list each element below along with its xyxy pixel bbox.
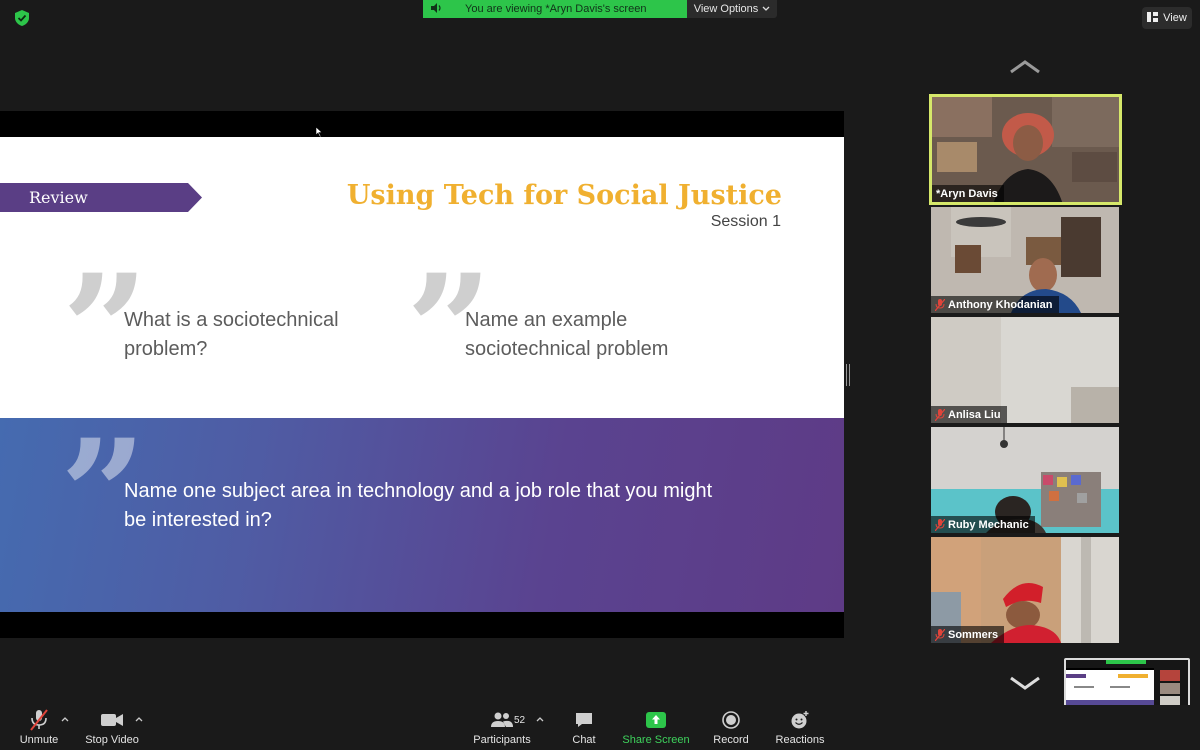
chevron-down-icon[interactable]	[1008, 674, 1042, 692]
participant-name: Anthony Khodanian	[931, 296, 1059, 313]
video-icon	[101, 709, 123, 731]
unmute-button[interactable]: Unmute	[18, 709, 60, 749]
speaker-icon	[431, 2, 443, 16]
mic-muted-icon	[935, 628, 945, 641]
slide-top-section: Review Using Tech for Social Justice Ses…	[0, 137, 844, 418]
chevron-up-icon[interactable]	[60, 715, 70, 723]
video-tile[interactable]: *Aryn Davis	[929, 94, 1122, 205]
mic-muted-icon	[935, 298, 945, 311]
review-tag: Review	[0, 183, 202, 212]
grid-view-icon	[1147, 11, 1159, 25]
chevron-up-icon[interactable]	[1008, 58, 1042, 76]
reactions-label: Reactions	[775, 734, 825, 746]
participant-name: Sommers	[931, 626, 1005, 643]
slide-bottom-section: ” Name one subject area in technology an…	[0, 418, 844, 612]
participant-name: *Aryn Davis	[932, 185, 1004, 202]
chevron-up-icon[interactable]	[134, 715, 144, 723]
meeting-toolbar: Unmute Stop Video Participants 52 Chat S…	[0, 705, 1200, 750]
share-screen-label: Share Screen	[622, 734, 690, 746]
splitter-handle[interactable]	[846, 364, 850, 386]
view-options-label: View Options	[693, 3, 759, 15]
mic-muted-icon	[29, 709, 49, 731]
record-button[interactable]: Record	[710, 709, 752, 749]
reactions-icon	[790, 709, 810, 731]
reactions-button[interactable]: Reactions	[774, 709, 826, 749]
chat-button[interactable]: Chat	[566, 709, 602, 749]
viewing-banner: You are viewing *Aryn Davis's screen Vie…	[423, 0, 777, 18]
mic-muted-icon	[935, 518, 945, 531]
record-label: Record	[713, 734, 749, 746]
question-2: Name an example sociotechnical problem	[465, 309, 669, 360]
chevron-up-icon[interactable]	[535, 715, 545, 723]
record-icon	[722, 709, 740, 731]
video-tile[interactable]: Anlisa Liu	[931, 317, 1119, 423]
share-screen-button[interactable]: Share Screen	[622, 709, 690, 749]
participants-count: 52	[514, 715, 526, 726]
viewing-status: You are viewing *Aryn Davis's screen	[423, 0, 687, 18]
video-tile[interactable]: Ruby Mechanic	[931, 427, 1119, 533]
stop-video-label: Stop Video	[85, 734, 139, 746]
question-3: Name one subject area in technology and …	[124, 480, 713, 531]
video-tile[interactable]: Sommers	[931, 537, 1119, 643]
slide-title: Using Tech for Social Justice	[346, 180, 782, 211]
shared-screen[interactable]: Review Using Tech for Social Justice Ses…	[0, 111, 844, 638]
view-label: View	[1163, 12, 1187, 24]
participants-label: Participants	[473, 734, 531, 746]
mouse-cursor-icon	[316, 127, 323, 137]
participant-name: Anlisa Liu	[931, 406, 1007, 423]
participant-name: Ruby Mechanic	[931, 516, 1035, 533]
chat-icon	[575, 709, 593, 731]
chevron-down-icon	[762, 3, 770, 15]
view-options-button[interactable]: View Options	[687, 0, 777, 18]
stop-video-button[interactable]: Stop Video	[84, 709, 140, 749]
security-shield-icon[interactable]	[12, 8, 32, 28]
video-tile[interactable]: Anthony Khodanian	[931, 207, 1119, 313]
chat-label: Chat	[572, 734, 596, 746]
view-layout-button[interactable]: View	[1142, 7, 1192, 29]
slide-subtitle: Session 1	[710, 213, 781, 230]
question-1: What is a sociotechnical problem?	[124, 309, 339, 360]
viewing-text: You are viewing *Aryn Davis's screen	[465, 3, 647, 15]
participants-icon	[491, 709, 513, 731]
share-screen-icon	[646, 709, 666, 731]
unmute-label: Unmute	[19, 734, 59, 746]
mic-muted-icon	[935, 408, 945, 421]
